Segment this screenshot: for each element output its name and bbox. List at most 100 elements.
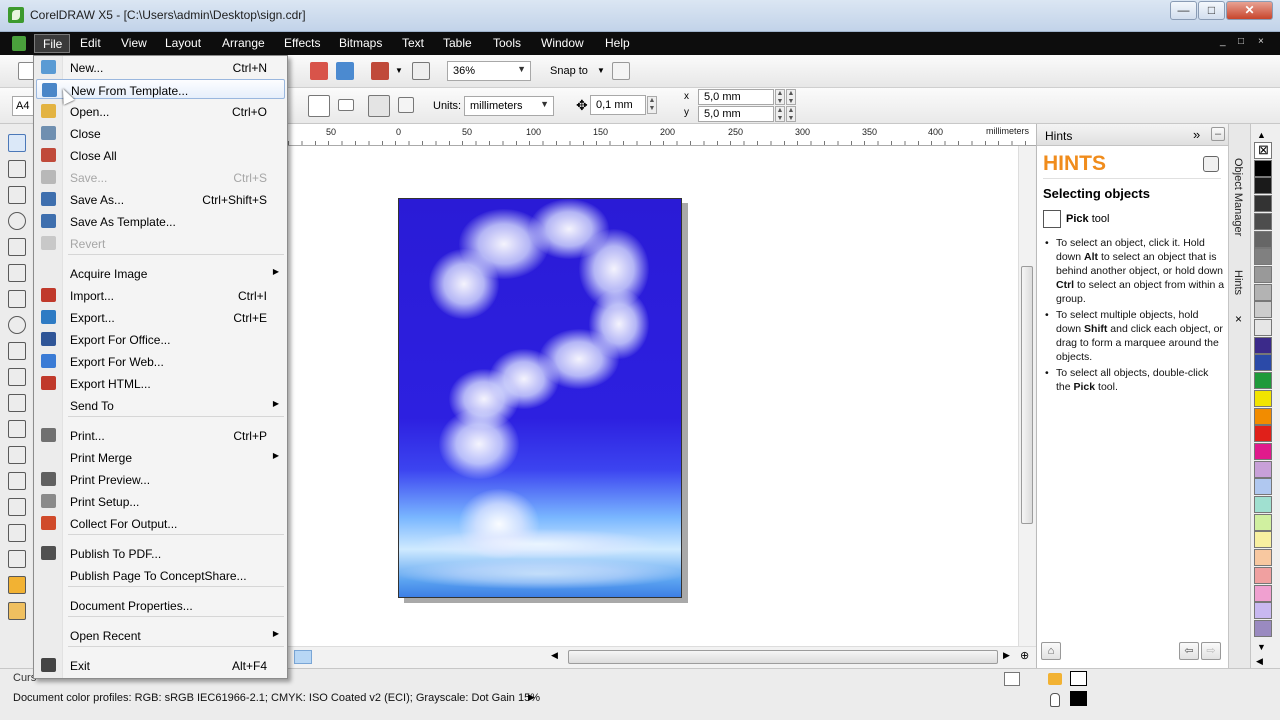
import-icon[interactable] bbox=[310, 62, 328, 80]
menu-item-export-html[interactable]: Export HTML... bbox=[36, 373, 285, 393]
all-pages-icon[interactable] bbox=[368, 95, 390, 117]
menu-effects[interactable]: Effects bbox=[284, 36, 320, 50]
color-swatch[interactable] bbox=[1254, 442, 1272, 460]
snap-dropdown-icon[interactable]: ▼ bbox=[597, 66, 605, 75]
color-swatch[interactable] bbox=[1254, 354, 1272, 372]
color-swatch[interactable] bbox=[1254, 531, 1272, 549]
color-swatch[interactable] bbox=[1254, 230, 1272, 248]
freehand-tool-icon[interactable] bbox=[8, 238, 26, 256]
vertical-scroll-thumb[interactable] bbox=[1021, 266, 1033, 524]
duplicate-y-input[interactable]: 5,0 mm bbox=[698, 106, 774, 122]
units-select[interactable]: millimeters ▼ bbox=[464, 96, 554, 116]
launcher-dropdown-icon[interactable]: ▼ bbox=[395, 66, 403, 75]
color-swatch[interactable] bbox=[1254, 195, 1272, 213]
portrait-icon[interactable] bbox=[308, 95, 330, 117]
menu-item-save-as[interactable]: Save As... Ctrl+Shift+S bbox=[36, 189, 285, 209]
menu-item-new-from-template[interactable]: New From Template... bbox=[36, 79, 285, 99]
ellipse-tool-icon[interactable] bbox=[8, 316, 26, 334]
menu-item-exit[interactable]: Exit Alt+F4 bbox=[36, 655, 285, 675]
blend-tool-icon[interactable] bbox=[8, 498, 26, 516]
menu-help[interactable]: Help bbox=[605, 36, 630, 50]
color-swatch[interactable] bbox=[1254, 513, 1272, 531]
pick-tool-icon[interactable] bbox=[8, 134, 26, 152]
palette-scroll-up-icon[interactable]: ▲ bbox=[1257, 130, 1266, 140]
color-profiles-status[interactable]: Document color profiles: RGB: sRGB IEC61… bbox=[13, 692, 540, 704]
palette-expand-icon[interactable]: ◀ bbox=[1256, 656, 1263, 667]
menu-item-open-recent[interactable]: Open Recent ▶ bbox=[36, 625, 285, 645]
color-swatch[interactable] bbox=[1254, 248, 1272, 266]
eyedropper-tool-icon[interactable] bbox=[8, 524, 26, 542]
home-icon[interactable]: ⌂ bbox=[1041, 642, 1061, 660]
color-swatch[interactable] bbox=[1254, 425, 1272, 443]
color-swatch[interactable] bbox=[1254, 159, 1272, 177]
color-swatch[interactable] bbox=[1254, 265, 1272, 283]
fill-tool-icon[interactable] bbox=[8, 576, 26, 594]
menu-bitmaps[interactable]: Bitmaps bbox=[339, 36, 382, 50]
nudge-spinner[interactable]: ▲ ▼ bbox=[647, 96, 657, 114]
menu-item-document-properties[interactable]: Document Properties... bbox=[36, 595, 285, 615]
menu-layout[interactable]: Layout bbox=[165, 36, 201, 50]
color-swatch[interactable] bbox=[1254, 407, 1272, 425]
menu-item-import[interactable]: Import... Ctrl+I bbox=[36, 285, 285, 305]
menu-item-print-preview[interactable]: Print Preview... bbox=[36, 469, 285, 489]
menu-item-publish-page-to-conceptshare[interactable]: Publish Page To ConceptShare... bbox=[36, 565, 285, 585]
menu-item-print-merge[interactable]: Print Merge ▶ bbox=[36, 447, 285, 467]
color-swatch[interactable] bbox=[1254, 372, 1272, 390]
rectangle-tool-icon[interactable] bbox=[8, 290, 26, 308]
paper-size-select[interactable]: A4 bbox=[12, 96, 34, 116]
menu-item-acquire-image[interactable]: Acquire Image ▶ bbox=[36, 263, 285, 283]
welcome-screen-icon[interactable] bbox=[412, 62, 430, 80]
color-swatch[interactable] bbox=[1254, 566, 1272, 584]
menu-item-export-for-office[interactable]: Export For Office... bbox=[36, 329, 285, 349]
tab-close-icon[interactable]: × bbox=[1235, 312, 1242, 326]
outline-color-swatch[interactable] bbox=[1070, 691, 1087, 706]
mdi-close-button[interactable]: × bbox=[1258, 36, 1264, 47]
mdi-restore-button[interactable]: □ bbox=[1238, 36, 1244, 47]
menu-tools[interactable]: Tools bbox=[493, 36, 521, 50]
snap-to-button[interactable]: Snap to bbox=[550, 65, 588, 77]
color-proof-icon[interactable] bbox=[1004, 672, 1020, 686]
docker-expand-icon[interactable]: » bbox=[1193, 127, 1200, 142]
text-tool-icon[interactable] bbox=[8, 394, 26, 412]
menu-item-collect-for-output[interactable]: Collect For Output... bbox=[36, 513, 285, 533]
horizontal-ruler[interactable]: 50 0 50 100 150 200 250 300 350 400 mill… bbox=[288, 124, 1036, 146]
color-swatch[interactable] bbox=[1254, 336, 1272, 354]
profiles-arrow-icon[interactable]: ▶ bbox=[528, 692, 535, 703]
duplicate-x-spinner-2[interactable]: ▲ ▼ bbox=[786, 89, 796, 105]
table-tool-icon[interactable] bbox=[8, 420, 26, 438]
color-swatch[interactable] bbox=[1254, 301, 1272, 319]
color-swatch[interactable] bbox=[1254, 584, 1272, 602]
menu-item-new[interactable]: New... Ctrl+N bbox=[36, 57, 285, 77]
color-swatch[interactable] bbox=[1254, 319, 1272, 336]
color-swatch[interactable] bbox=[1254, 389, 1272, 407]
scroll-right-arrow-icon[interactable]: ▶ bbox=[1003, 650, 1010, 661]
landscape-icon[interactable] bbox=[338, 99, 354, 111]
forward-arrow-icon[interactable]: ⇨ bbox=[1201, 642, 1221, 660]
coreldraw-app-icon[interactable] bbox=[8, 7, 24, 23]
menu-window[interactable]: Window bbox=[541, 36, 584, 50]
color-swatch[interactable] bbox=[1254, 283, 1272, 301]
duplicate-x-input[interactable]: 5,0 mm bbox=[698, 89, 774, 105]
menu-view[interactable]: View bbox=[121, 36, 147, 50]
export-icon[interactable] bbox=[336, 62, 354, 80]
color-swatch[interactable]: ⊠ bbox=[1254, 142, 1272, 159]
dimension-tool-icon[interactable] bbox=[8, 446, 26, 464]
vertical-scrollbar[interactable] bbox=[1018, 146, 1035, 646]
menu-item-export[interactable]: Export... Ctrl+E bbox=[36, 307, 285, 327]
color-swatch[interactable] bbox=[1254, 549, 1272, 567]
document-page[interactable] bbox=[398, 198, 682, 598]
no-fill-swatch[interactable] bbox=[1070, 671, 1087, 686]
menu-item-close[interactable]: Close bbox=[36, 123, 285, 143]
crop-tool-icon[interactable] bbox=[8, 186, 26, 204]
zoom-navigator-icon[interactable]: ⊕ bbox=[1020, 649, 1029, 662]
menu-item-print[interactable]: Print... Ctrl+P bbox=[36, 425, 285, 445]
horizontal-scrollbar[interactable]: ◀ ▶ ⊕ bbox=[288, 646, 1036, 668]
color-swatch[interactable] bbox=[1254, 478, 1272, 496]
palette-scroll-down-icon[interactable]: ▼ bbox=[1257, 642, 1266, 652]
duplicate-x-spinner[interactable]: ▲ ▼ bbox=[775, 89, 785, 105]
smart-fill-tool-icon[interactable] bbox=[8, 264, 26, 282]
menu-item-save-as-template[interactable]: Save As Template... bbox=[36, 211, 285, 231]
maximize-button[interactable]: □ bbox=[1198, 1, 1225, 20]
close-button[interactable]: ✕ bbox=[1226, 1, 1273, 20]
color-swatch[interactable] bbox=[1254, 619, 1272, 637]
